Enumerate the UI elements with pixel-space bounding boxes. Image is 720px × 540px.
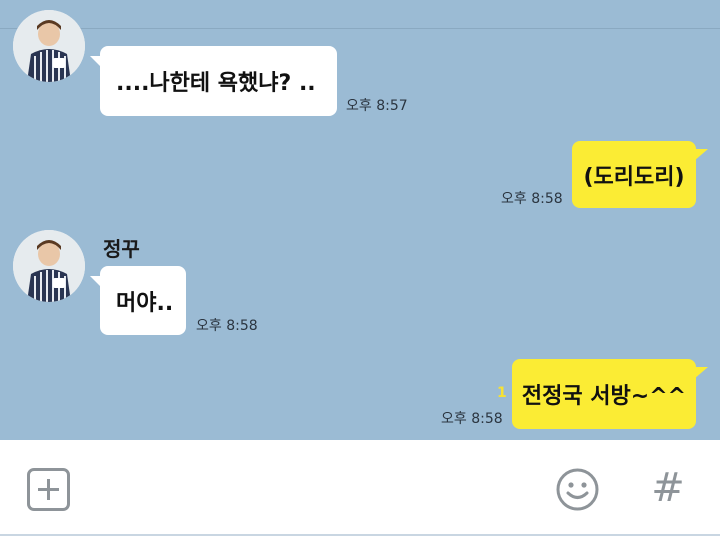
message-input-bar[interactable]: # — [0, 440, 720, 540]
message-text: (도리도리) — [583, 164, 685, 190]
message-time: 오후 8:58 — [501, 191, 563, 207]
chat-area: ....나한테 욕했냐? .. 오후 8:57 오후 8:58 (도리도리) 정… — [0, 0, 720, 440]
message-bubble-outgoing[interactable]: (도리도리) — [572, 141, 708, 208]
bubble-tail — [694, 367, 708, 379]
hashtag-search-button[interactable]: # — [648, 464, 688, 512]
bubble-tail — [90, 56, 102, 68]
message-text: 전정국 서방~^^ — [521, 384, 687, 409]
bottom-divider — [0, 534, 720, 536]
unread-count: 1 — [497, 385, 507, 401]
sender-name: 정꾸 — [103, 237, 140, 261]
bubble-tail — [90, 276, 102, 288]
avatar[interactable] — [13, 230, 85, 302]
message-time: 오후 8:58 — [441, 411, 503, 427]
add-attachment-button[interactable] — [27, 468, 70, 511]
message-bubble-incoming[interactable]: ....나한테 욕했냐? .. — [90, 46, 337, 116]
profile-photo — [13, 10, 85, 82]
bubble-tail — [694, 149, 708, 161]
profile-photo — [13, 230, 85, 302]
message-time: 오후 8:58 — [196, 318, 258, 334]
avatar[interactable] — [13, 10, 85, 82]
message-text: ....나한테 욕했냐? .. — [116, 71, 316, 96]
emoji-icon[interactable] — [555, 467, 600, 512]
message-time: 오후 8:57 — [346, 98, 408, 114]
message-bubble-incoming[interactable]: 머야.. — [90, 266, 186, 335]
message-text: 머야.. — [116, 290, 174, 316]
header-divider — [0, 28, 720, 29]
message-bubble-outgoing[interactable]: 전정국 서방~^^ — [512, 359, 708, 429]
